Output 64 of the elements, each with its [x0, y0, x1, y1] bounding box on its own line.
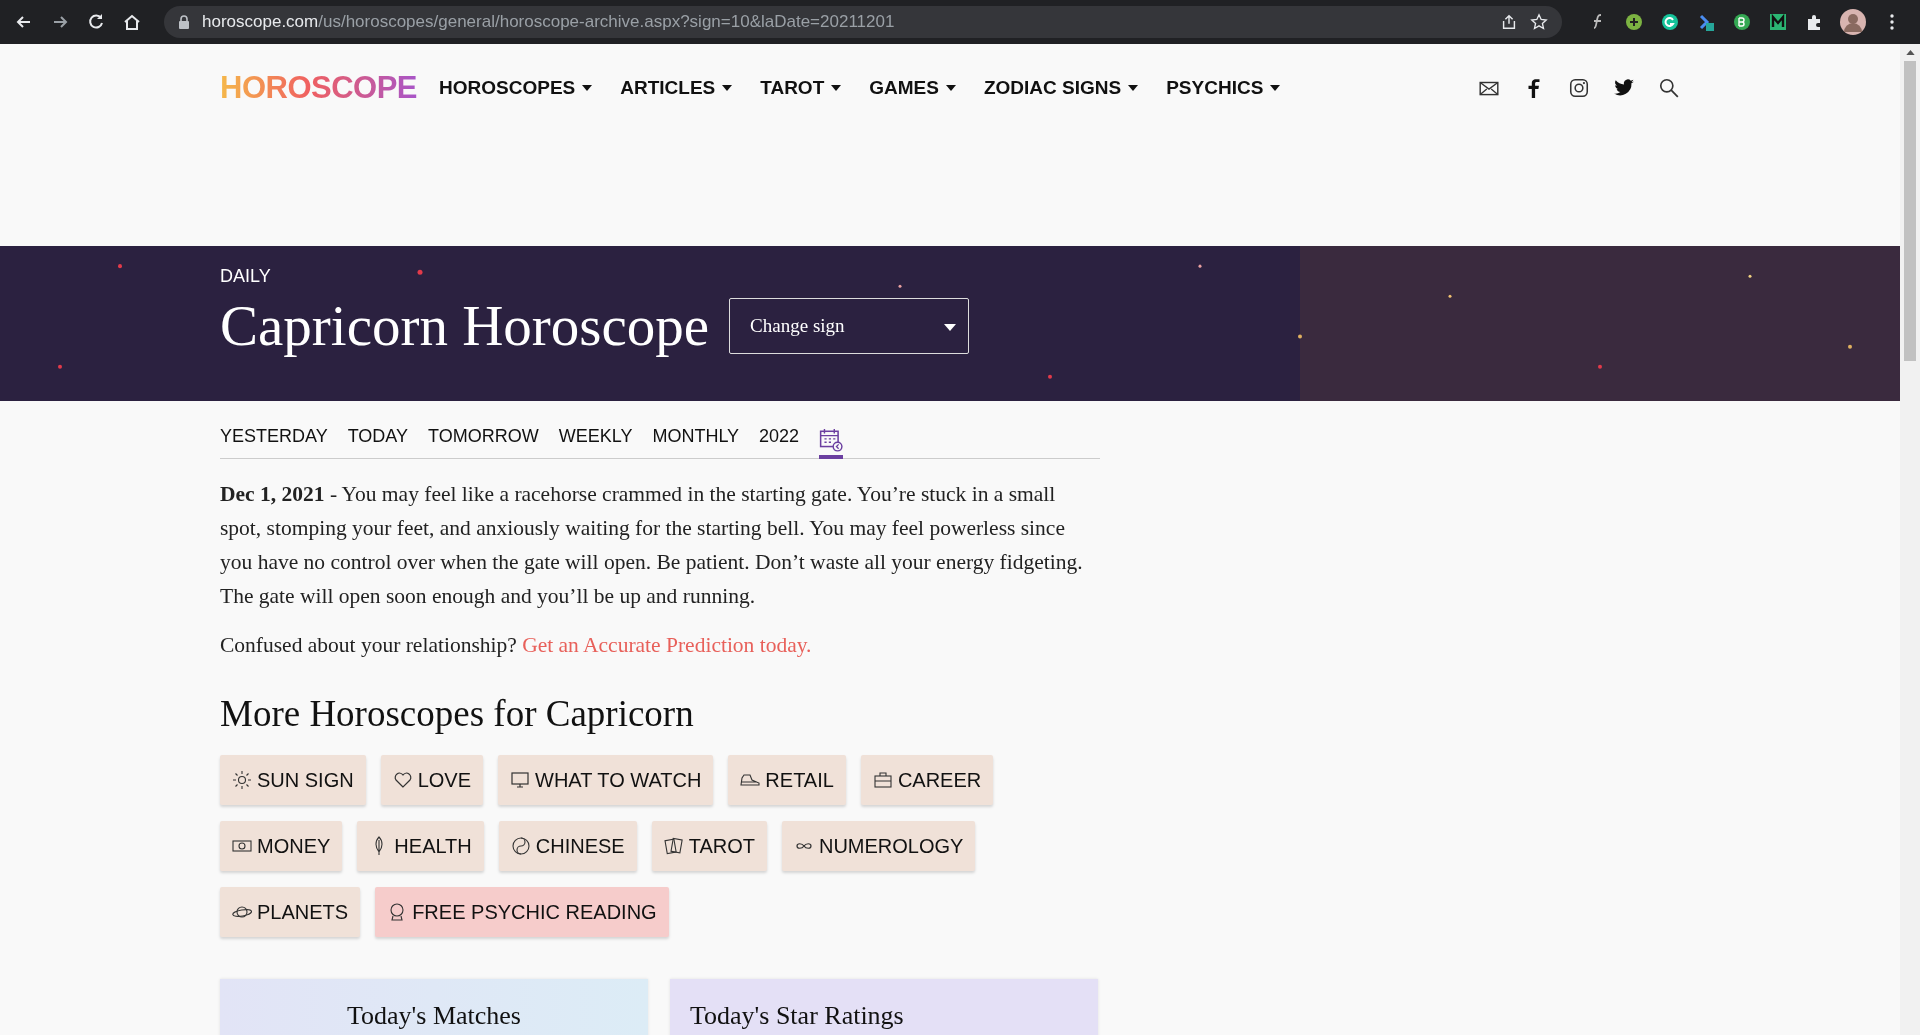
caret-icon: [1270, 85, 1281, 91]
feature-card[interactable]: Today's Star Ratings: [670, 979, 1098, 1035]
nav-menu-item[interactable]: PSYCHICS: [1166, 77, 1281, 99]
heart-icon: [392, 770, 413, 790]
category-button[interactable]: PLANETS: [220, 887, 361, 937]
share-icon[interactable]: [1500, 13, 1518, 31]
category-button[interactable]: HEALTH: [357, 821, 484, 871]
period-tab[interactable]: TOMORROW: [428, 426, 539, 459]
reload-icon[interactable]: [86, 12, 106, 32]
category-button[interactable]: TAROT: [651, 821, 767, 871]
page-title: Capricorn Horoscope: [220, 293, 710, 358]
caret-icon: [1128, 85, 1139, 91]
url-text: horoscope.com/us/horoscopes/general/horoscope-archive.aspx?sign=10&laDate=20211201: [202, 12, 895, 32]
category-button[interactable]: MONEY: [220, 821, 343, 871]
caret-icon: [944, 324, 957, 331]
yin-yang-icon: [510, 836, 531, 856]
extension-icon[interactable]: [1624, 12, 1644, 32]
caret-icon: [582, 85, 593, 91]
section-heading: More Horoscopes for Capricorn: [220, 692, 695, 735]
instagram-icon[interactable]: [1568, 77, 1590, 99]
search-icon[interactable]: [1658, 77, 1680, 99]
nav-menu-item[interactable]: GAMES: [869, 77, 956, 99]
category-button[interactable]: CHINESE: [498, 821, 637, 871]
category-button[interactable]: LOVE: [380, 755, 484, 805]
category-button[interactable]: CAREER: [860, 755, 994, 805]
extension-icon[interactable]: [1768, 12, 1788, 32]
briefcase-icon: [872, 770, 893, 790]
period-tab[interactable]: MONTHLY: [652, 426, 740, 459]
extension-icon[interactable]: [1732, 12, 1752, 32]
category-button[interactable]: RETAIL: [728, 755, 846, 805]
nav-menu-item[interactable]: HOROSCOPES: [439, 77, 593, 99]
extension-icon[interactable]: [1660, 12, 1680, 32]
calendar-tab[interactable]: [819, 428, 844, 459]
nav-menu-item[interactable]: ZODIAC SIGNS: [983, 77, 1139, 99]
card-title: Today's Matches: [347, 1001, 521, 1029]
category-button[interactable]: WHAT TO WATCH: [498, 755, 714, 805]
period-tab[interactable]: YESTERDAY: [220, 426, 328, 459]
sun-icon: [232, 770, 252, 790]
horoscope-text: Dec 1, 2021 - You may feel like a racehorse crammed in the starting gate. You’re stuck in a small spot, stomping your feet, and anxiously waiting for the starting bell. You may feel powerless since you have no control over when the gate will open. Be patient. Don’t waste all your energy fidgeting. The gate will open soon enough and you’ll be up and running.: [220, 481, 1084, 610]
caret-icon: [722, 85, 733, 91]
feature-card[interactable]: Today's Matches: [220, 979, 648, 1035]
address-bar[interactable]: horoscope.com/us/horoscopes/general/horoscope-archive.aspx?sign=10&laDate=20211201: [164, 6, 1562, 38]
lock-icon: [178, 15, 190, 29]
sign-select[interactable]: Change sign: [729, 297, 970, 354]
star-icon[interactable]: [1530, 13, 1548, 31]
category-button[interactable]: FREE PSYCHIC READING: [375, 887, 669, 937]
caret-icon: [945, 85, 956, 91]
period-tab[interactable]: 2022: [759, 426, 800, 459]
card-title: Today's Star Ratings: [690, 1001, 904, 1029]
nav-menu-item[interactable]: TAROT: [760, 77, 842, 99]
scroll-up-icon[interactable]: [1905, 50, 1915, 55]
period-tab[interactable]: WEEKLY: [558, 426, 633, 459]
prompt-text: Confused about your relationship?: [220, 633, 517, 657]
home-icon[interactable]: [122, 12, 142, 32]
category-button[interactable]: SUN SIGN: [220, 755, 366, 805]
cards-icon: [663, 836, 684, 856]
avatar-icon[interactable]: [1840, 9, 1866, 35]
period-tab[interactable]: TODAY: [347, 426, 409, 459]
monitor-icon: [510, 770, 531, 790]
scrollbar-thumb[interactable]: [1904, 61, 1916, 361]
category-button[interactable]: NUMEROLOGY: [781, 821, 976, 871]
nav-menu-item[interactable]: ARTICLES: [620, 77, 733, 99]
section-label: DAILY: [220, 266, 272, 287]
caret-icon: [831, 85, 842, 91]
